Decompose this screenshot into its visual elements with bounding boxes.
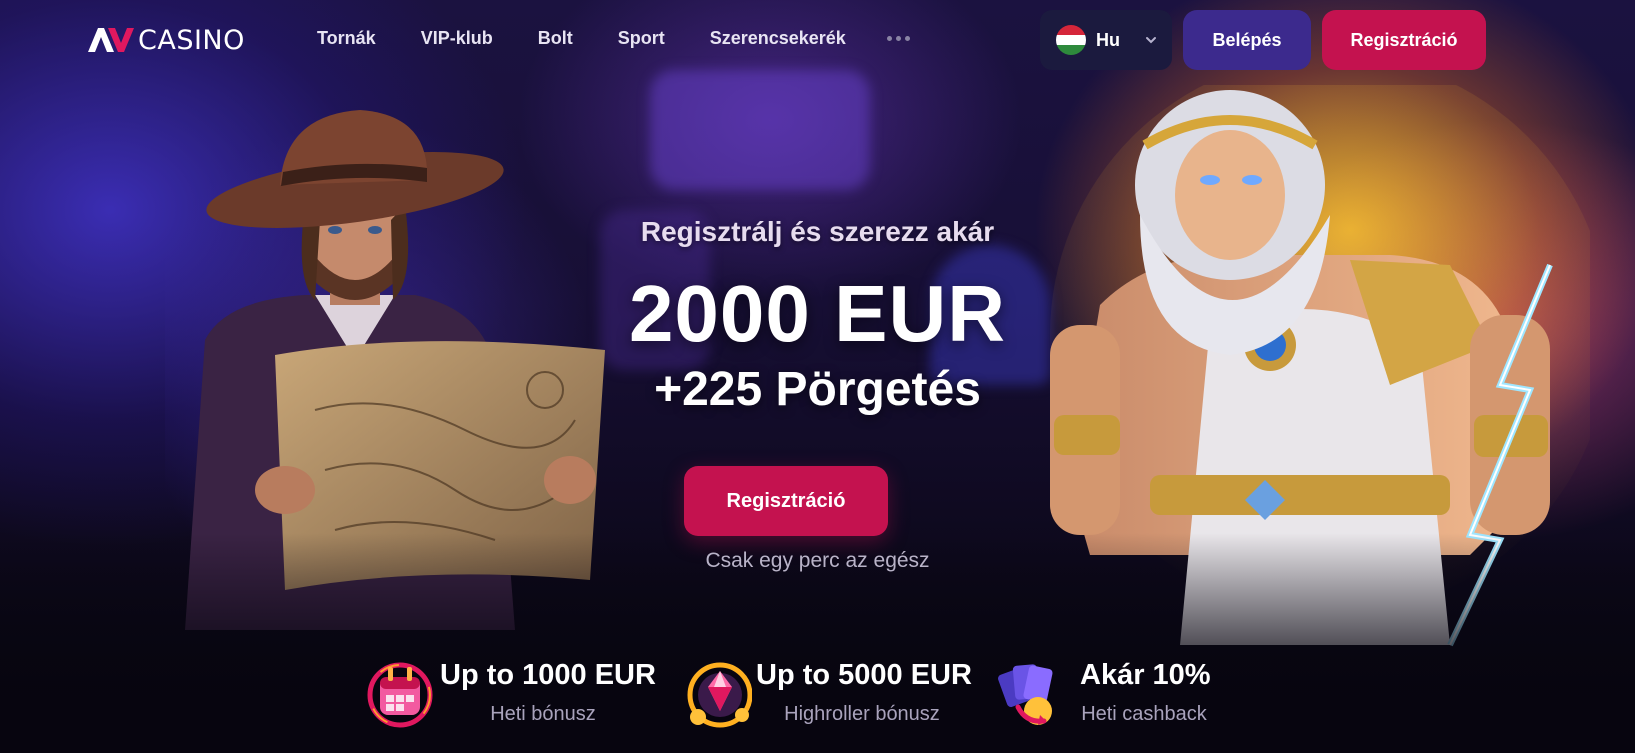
benefit-subtitle: Heti bónusz bbox=[490, 703, 596, 725]
site-logo[interactable]: CASINO bbox=[86, 24, 245, 56]
gem-coins-icon bbox=[687, 662, 752, 728]
nav-item-tournaments[interactable]: Tornák bbox=[317, 28, 376, 49]
av-logo-icon bbox=[88, 28, 134, 52]
nav-item-wheel-of-fortune[interactable]: Szerencsekerék bbox=[710, 28, 846, 49]
promo-lead-text: Regisztrálj és szerezz akár bbox=[640, 216, 995, 247]
benefit-weekly-bonus: Up to 1000 EUR Heti bónusz bbox=[366, 655, 666, 735]
benefit-subtitle: Heti cashback bbox=[1081, 703, 1207, 725]
nav-item-vip-club[interactable]: VIP-klub bbox=[421, 28, 493, 49]
cards-cashback-icon bbox=[998, 664, 1053, 725]
promo-note: Csak egy perc az egész bbox=[705, 549, 930, 572]
benefit-subtitle: Highroller bónusz bbox=[784, 703, 940, 725]
language-label: Hu bbox=[1096, 29, 1120, 50]
nav-item-sport[interactable]: Sport bbox=[618, 28, 665, 49]
language-selector[interactable]: Hu bbox=[1040, 10, 1172, 70]
benefit-weekly-cashback: Akár 10% Heti cashback bbox=[996, 655, 1236, 735]
more-menu-icon[interactable] bbox=[887, 36, 910, 41]
hungary-flag-icon bbox=[1056, 25, 1086, 55]
promo-free-spins: +225 Pörgetés bbox=[654, 363, 981, 416]
chevron-down-icon bbox=[1146, 37, 1156, 44]
benefit-title: Akár 10% bbox=[1080, 659, 1211, 691]
background-slot-machine bbox=[650, 70, 870, 190]
calendar-gift-icon bbox=[367, 662, 433, 728]
main-nav: Tornák VIP-klub Bolt Sport Szerencsekeré… bbox=[317, 28, 891, 49]
logo-text: CASINO bbox=[138, 24, 245, 56]
benefit-highroller-bonus: Up to 5000 EUR Highroller bónusz bbox=[684, 655, 994, 735]
benefit-title: Up to 1000 EUR bbox=[440, 659, 656, 691]
register-button[interactable]: Regisztráció bbox=[1322, 10, 1486, 70]
top-header: CASINO Tornák VIP-klub Bolt Sport Szeren… bbox=[0, 0, 1635, 78]
benefit-title: Up to 5000 EUR bbox=[756, 659, 972, 691]
login-button[interactable]: Belépés bbox=[1183, 10, 1311, 70]
promo-amount: 2000 EUR bbox=[628, 269, 1007, 358]
hero-register-button[interactable]: Regisztráció bbox=[684, 466, 888, 536]
nav-item-shop[interactable]: Bolt bbox=[538, 28, 573, 49]
